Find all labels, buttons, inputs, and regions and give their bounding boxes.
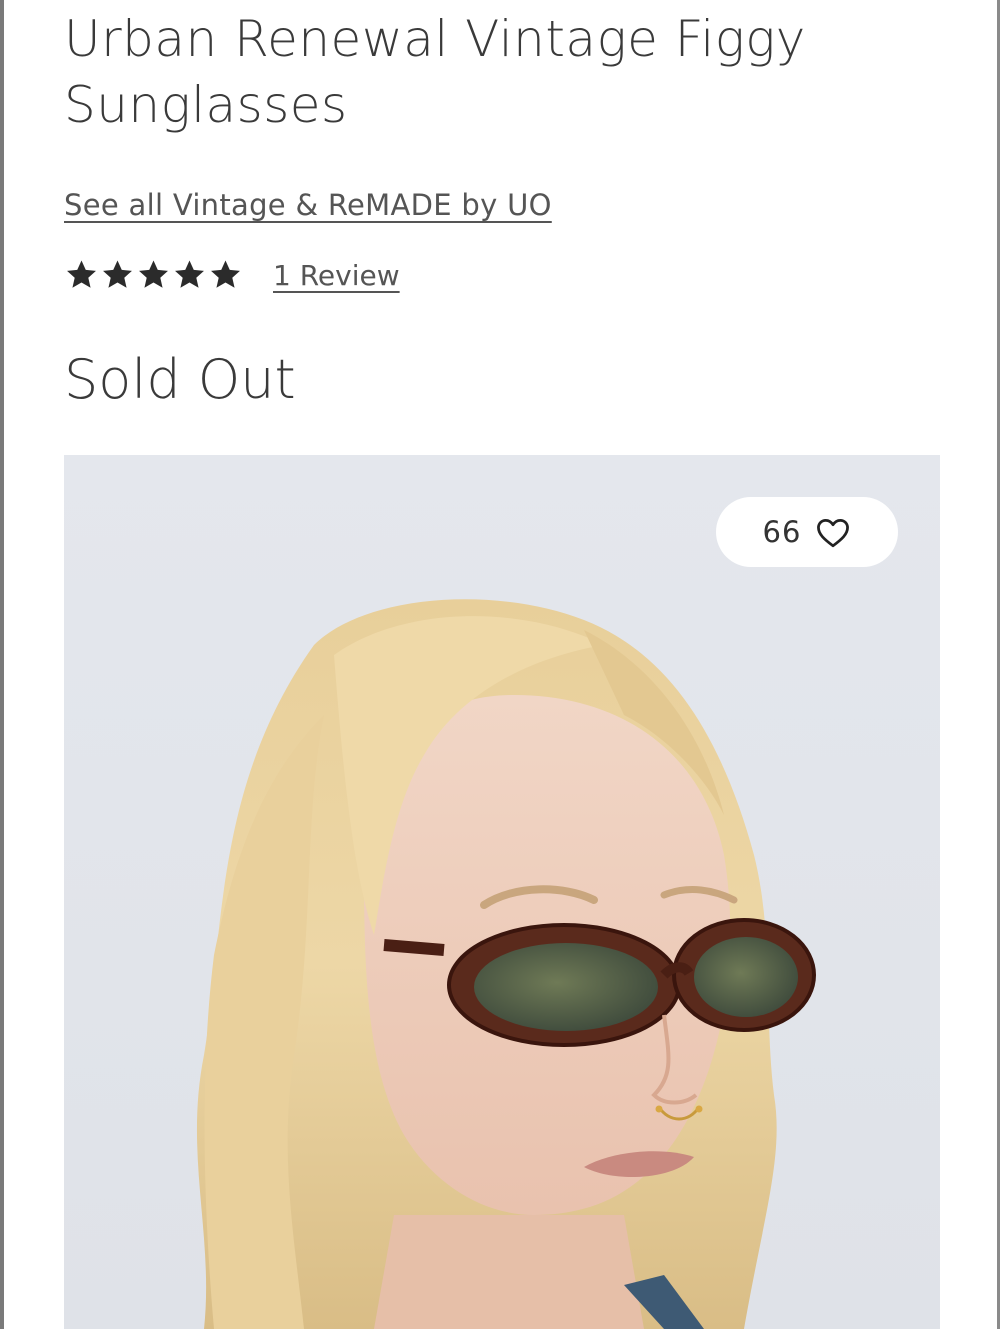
like-button[interactable]: 66: [716, 497, 898, 567]
like-count: 66: [762, 515, 802, 549]
star-icon: [175, 260, 204, 288]
brand-collection-link[interactable]: See all Vintage & ReMADE by UO: [64, 188, 552, 222]
star-rating: [64, 258, 243, 292]
model-photo: [64, 455, 940, 1329]
star-icon: [211, 260, 240, 288]
product-image[interactable]: 66: [64, 455, 940, 1329]
heart-outline-icon: [817, 518, 850, 548]
star-icon: [103, 260, 132, 288]
star-icon: [139, 260, 168, 288]
price-status: Sold Out: [64, 348, 296, 411]
reviews-link[interactable]: 1 Review: [273, 259, 400, 292]
window-frame-left: [0, 0, 4, 1329]
star-icon: [67, 260, 96, 288]
rating-row: 1 Review: [64, 258, 400, 292]
product-title: Urban Renewal Vintage Figgy Sunglasses: [64, 10, 806, 134]
